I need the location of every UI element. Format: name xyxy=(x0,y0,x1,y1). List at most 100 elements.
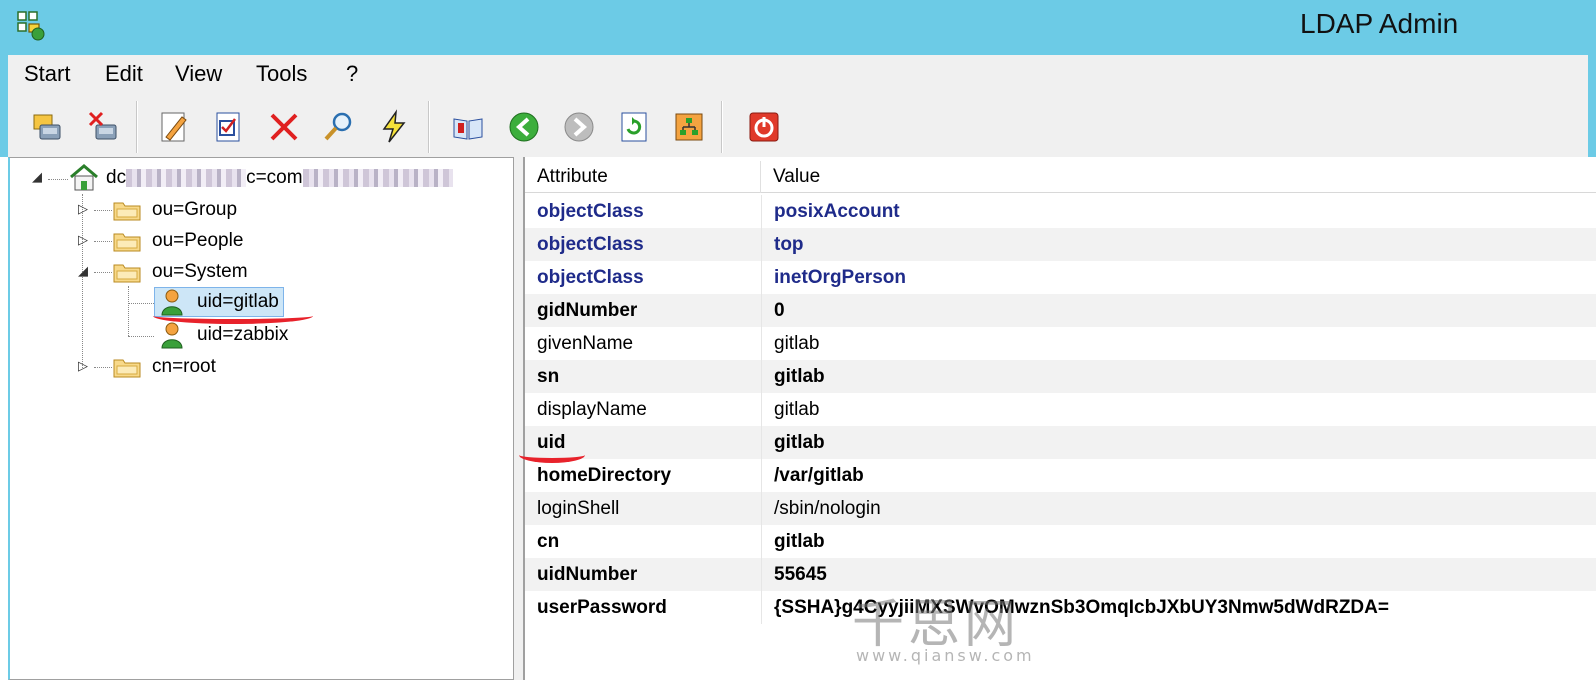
tree-node-group[interactable]: ou=Group xyxy=(112,196,237,224)
table-row[interactable]: displayName gitlab xyxy=(525,393,1596,426)
attribute-value: gitlab xyxy=(774,333,820,354)
collapse-arrow-icon[interactable]: ◢ xyxy=(78,264,88,279)
column-header-attribute[interactable]: Attribute xyxy=(525,161,761,193)
title-bar: LDAP Admin xyxy=(0,0,1596,55)
exit-button[interactable] xyxy=(744,107,784,147)
attribute-list[interactable]: Attribute Value objectClass posixAccount… xyxy=(519,157,1596,680)
attribute-name: givenName xyxy=(537,333,634,354)
tree-node-system[interactable]: ou=System xyxy=(112,258,248,286)
refresh-button[interactable] xyxy=(614,107,654,147)
table-row[interactable]: objectClass top xyxy=(525,228,1596,261)
org-tree-icon xyxy=(675,113,703,141)
properties-button[interactable] xyxy=(209,107,249,147)
red-annotation-underline xyxy=(519,447,585,463)
table-row[interactable]: uid gitlab xyxy=(525,426,1596,459)
disconnect-button[interactable] xyxy=(84,107,124,147)
column-separator xyxy=(761,492,762,525)
tree-node-root[interactable]: dc c=com xyxy=(68,164,453,192)
tree-line xyxy=(128,303,154,304)
table-row[interactable]: loginShell /sbin/nologin xyxy=(525,492,1596,525)
table-row[interactable]: objectClass posixAccount xyxy=(525,195,1596,228)
tree-label: ou=Group xyxy=(152,199,238,220)
redacted-text xyxy=(126,169,247,187)
toolbar-separator xyxy=(136,101,138,153)
folder-icon xyxy=(113,264,141,283)
expand-arrow-icon[interactable]: ▷ xyxy=(78,202,88,217)
tree-node-zabbix[interactable]: uid=zabbix xyxy=(159,321,288,349)
attribute-name: sn xyxy=(537,366,560,387)
column-separator xyxy=(761,360,762,393)
menu-edit[interactable]: Edit xyxy=(105,61,143,87)
properties-icon xyxy=(216,112,240,142)
attribute-value: gitlab xyxy=(774,366,825,387)
attribute-value: posixAccount xyxy=(774,201,900,222)
tree-node-root-cn[interactable]: cn=root xyxy=(112,353,216,381)
attribute-value: gitlab xyxy=(774,432,825,453)
column-separator xyxy=(761,558,762,591)
panel-splitter[interactable] xyxy=(514,157,524,680)
redacted-text xyxy=(302,169,453,187)
tree-root-prefix: dc xyxy=(106,167,127,188)
menu-tools[interactable]: Tools xyxy=(256,61,307,87)
attribute-name: objectClass xyxy=(537,234,644,255)
table-row[interactable]: uidNumber 55645 xyxy=(525,558,1596,591)
refresh-icon xyxy=(621,112,647,142)
schema-button[interactable] xyxy=(448,107,488,147)
directory-tree[interactable]: ◢ dc c=com ▷ ou=Group ▷ ou=People ◢ ou=S… xyxy=(8,157,514,680)
column-separator xyxy=(761,459,762,492)
forward-button[interactable] xyxy=(559,107,599,147)
collapse-arrow-icon[interactable]: ◢ xyxy=(32,170,42,185)
exit-icon xyxy=(749,112,779,142)
tree-label: ou=People xyxy=(152,230,244,251)
expand-arrow-icon[interactable]: ▷ xyxy=(78,233,88,248)
column-header-value[interactable]: Value xyxy=(761,161,1596,193)
attribute-name: loginShell xyxy=(537,498,620,519)
search-button[interactable] xyxy=(319,107,359,147)
edit-entry-icon xyxy=(161,112,187,142)
attribute-name: uidNumber xyxy=(537,564,638,585)
edit-entry-button[interactable] xyxy=(154,107,194,147)
attribute-name: userPassword xyxy=(537,597,667,618)
table-row[interactable]: sn gitlab xyxy=(525,360,1596,393)
tree-line xyxy=(82,194,83,368)
table-row[interactable]: objectClass inetOrgPerson xyxy=(525,261,1596,294)
connect-button[interactable] xyxy=(28,107,68,147)
quick-action-button[interactable] xyxy=(374,107,414,147)
delete-button[interactable] xyxy=(264,107,304,147)
tree-line xyxy=(128,336,154,337)
tree-line xyxy=(94,210,112,211)
attribute-value: top xyxy=(774,234,804,255)
attribute-value: 55645 xyxy=(774,564,827,585)
folder-icon xyxy=(113,359,141,378)
back-button[interactable] xyxy=(504,107,544,147)
expand-arrow-icon[interactable]: ▷ xyxy=(78,359,88,374)
attribute-name: gidNumber xyxy=(537,300,638,321)
table-row[interactable]: cn gitlab xyxy=(525,525,1596,558)
column-separator xyxy=(761,327,762,360)
tree-view-button[interactable] xyxy=(669,107,709,147)
menu-help[interactable]: ? xyxy=(346,61,358,87)
menu-bar: Start Edit View Tools ? xyxy=(0,55,1596,95)
menu-start[interactable]: Start xyxy=(24,61,70,87)
disconnect-icon xyxy=(88,111,117,140)
attribute-name: cn xyxy=(537,531,560,552)
app-icon xyxy=(17,11,45,41)
table-row[interactable]: userPassword {SSHA}g4CyyjiiMXSWvOMwznSb3… xyxy=(525,591,1596,624)
user-icon xyxy=(161,322,183,349)
attribute-name: homeDirectory xyxy=(537,465,672,486)
attribute-value: gitlab xyxy=(774,399,820,420)
attribute-value: 0 xyxy=(774,300,785,321)
search-icon xyxy=(324,112,352,141)
lightning-icon xyxy=(382,109,406,143)
schema-book-icon xyxy=(453,118,483,140)
toolbar-separator xyxy=(428,101,430,153)
tree-node-people[interactable]: ou=People xyxy=(112,227,243,255)
tree-label: cn=root xyxy=(152,356,216,377)
table-row[interactable]: homeDirectory /var/gitlab xyxy=(525,459,1596,492)
table-row[interactable]: gidNumber 0 xyxy=(525,294,1596,327)
connect-icon xyxy=(33,114,61,140)
tree-line xyxy=(128,286,129,336)
menu-view[interactable]: View xyxy=(175,61,222,87)
table-row[interactable]: givenName gitlab xyxy=(525,327,1596,360)
attribute-name: objectClass xyxy=(537,201,644,222)
